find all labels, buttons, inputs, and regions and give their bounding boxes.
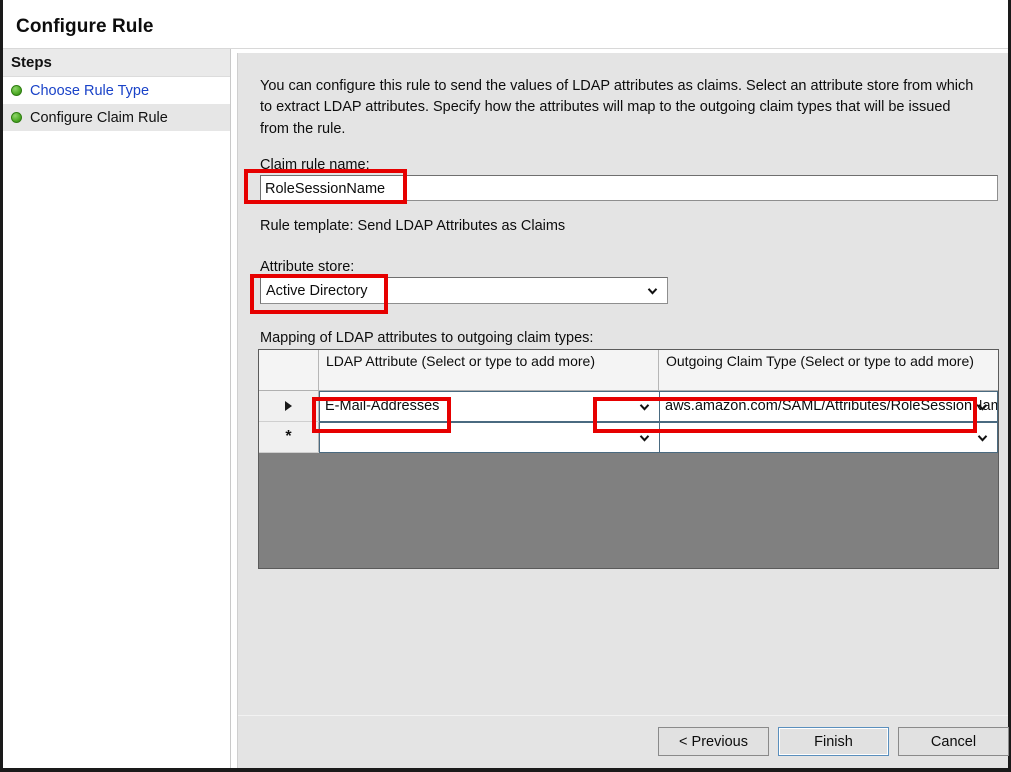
grid-header-row-marker bbox=[259, 350, 319, 390]
row-marker-current-icon bbox=[259, 391, 319, 421]
row-marker-new-row: * bbox=[259, 422, 319, 452]
steps-header: Steps bbox=[3, 49, 230, 77]
attribute-store-dropdown[interactable]: Active Directory bbox=[260, 277, 668, 304]
sidebar-item-choose-rule-type[interactable]: Choose Rule Type bbox=[3, 77, 230, 104]
intro-text: You can configure this rule to send the … bbox=[260, 76, 980, 140]
dialog-button-bar: < Previous Finish Cancel bbox=[238, 715, 1008, 768]
ldap-attribute-value: E-Mail-Addresses bbox=[325, 396, 439, 416]
finish-button[interactable]: Finish bbox=[778, 727, 889, 756]
steps-sidebar: Steps Choose Rule Type Configure Claim R… bbox=[3, 49, 231, 768]
current-row-arrow-icon bbox=[285, 401, 292, 411]
outgoing-claim-type-combobox[interactable] bbox=[659, 422, 998, 453]
outgoing-claim-type-combobox[interactable]: aws.amazon.com/SAML/Attributes/RoleSessi… bbox=[659, 391, 998, 422]
ldap-attribute-combobox[interactable] bbox=[319, 422, 659, 453]
chevron-down-icon[interactable] bbox=[976, 431, 989, 444]
chevron-down-icon[interactable] bbox=[638, 400, 651, 413]
chevron-down-icon bbox=[646, 284, 659, 297]
chevron-down-icon[interactable] bbox=[976, 400, 989, 413]
mapping-grid[interactable]: LDAP Attribute (Select or type to add mo… bbox=[258, 349, 999, 569]
grid-header-outgoing-claim-type[interactable]: Outgoing Claim Type (Select or type to a… bbox=[659, 350, 998, 390]
ldap-attribute-combobox[interactable]: E-Mail-Addresses bbox=[319, 391, 659, 422]
configure-rule-dialog: Configure Rule Steps Choose Rule Type Co… bbox=[0, 0, 1011, 772]
steps-header-label: Steps bbox=[11, 54, 52, 71]
table-row[interactable]: * bbox=[259, 422, 998, 453]
sidebar-item-label: Configure Claim Rule bbox=[30, 110, 168, 126]
rule-template-text: Rule template: Send LDAP Attributes as C… bbox=[260, 218, 565, 234]
attribute-store-label: Attribute store: bbox=[260, 259, 354, 275]
new-row-asterisk-icon: * bbox=[285, 432, 291, 442]
claim-rule-name-label: Claim rule name: bbox=[260, 157, 370, 173]
chevron-down-icon[interactable] bbox=[638, 431, 651, 444]
claim-rule-name-input[interactable]: RoleSessionName bbox=[260, 175, 998, 201]
grid-header-ldap-attribute[interactable]: LDAP Attribute (Select or type to add mo… bbox=[319, 350, 659, 390]
step-complete-icon bbox=[11, 85, 22, 96]
table-row[interactable]: E-Mail-Addresses aws.amazon.com/SAML/Att… bbox=[259, 391, 998, 422]
grid-header-row: LDAP Attribute (Select or type to add mo… bbox=[259, 350, 998, 391]
outgoing-claim-type-value: aws.amazon.com/SAML/Attributes/RoleSessi… bbox=[665, 396, 998, 416]
sidebar-item-configure-claim-rule[interactable]: Configure Claim Rule bbox=[3, 104, 230, 131]
previous-button[interactable]: < Previous bbox=[658, 727, 769, 756]
dialog-titlebar: Configure Rule bbox=[3, 0, 1008, 49]
page-title: Configure Rule bbox=[16, 16, 154, 38]
cancel-button[interactable]: Cancel bbox=[898, 727, 1009, 756]
sidebar-item-label: Choose Rule Type bbox=[30, 83, 149, 99]
main-content: You can configure this rule to send the … bbox=[238, 53, 1008, 715]
step-complete-icon bbox=[11, 112, 22, 123]
attribute-store-value: Active Directory bbox=[266, 281, 368, 301]
mapping-label: Mapping of LDAP attributes to outgoing c… bbox=[260, 330, 593, 346]
main-panel: You can configure this rule to send the … bbox=[237, 53, 1008, 768]
